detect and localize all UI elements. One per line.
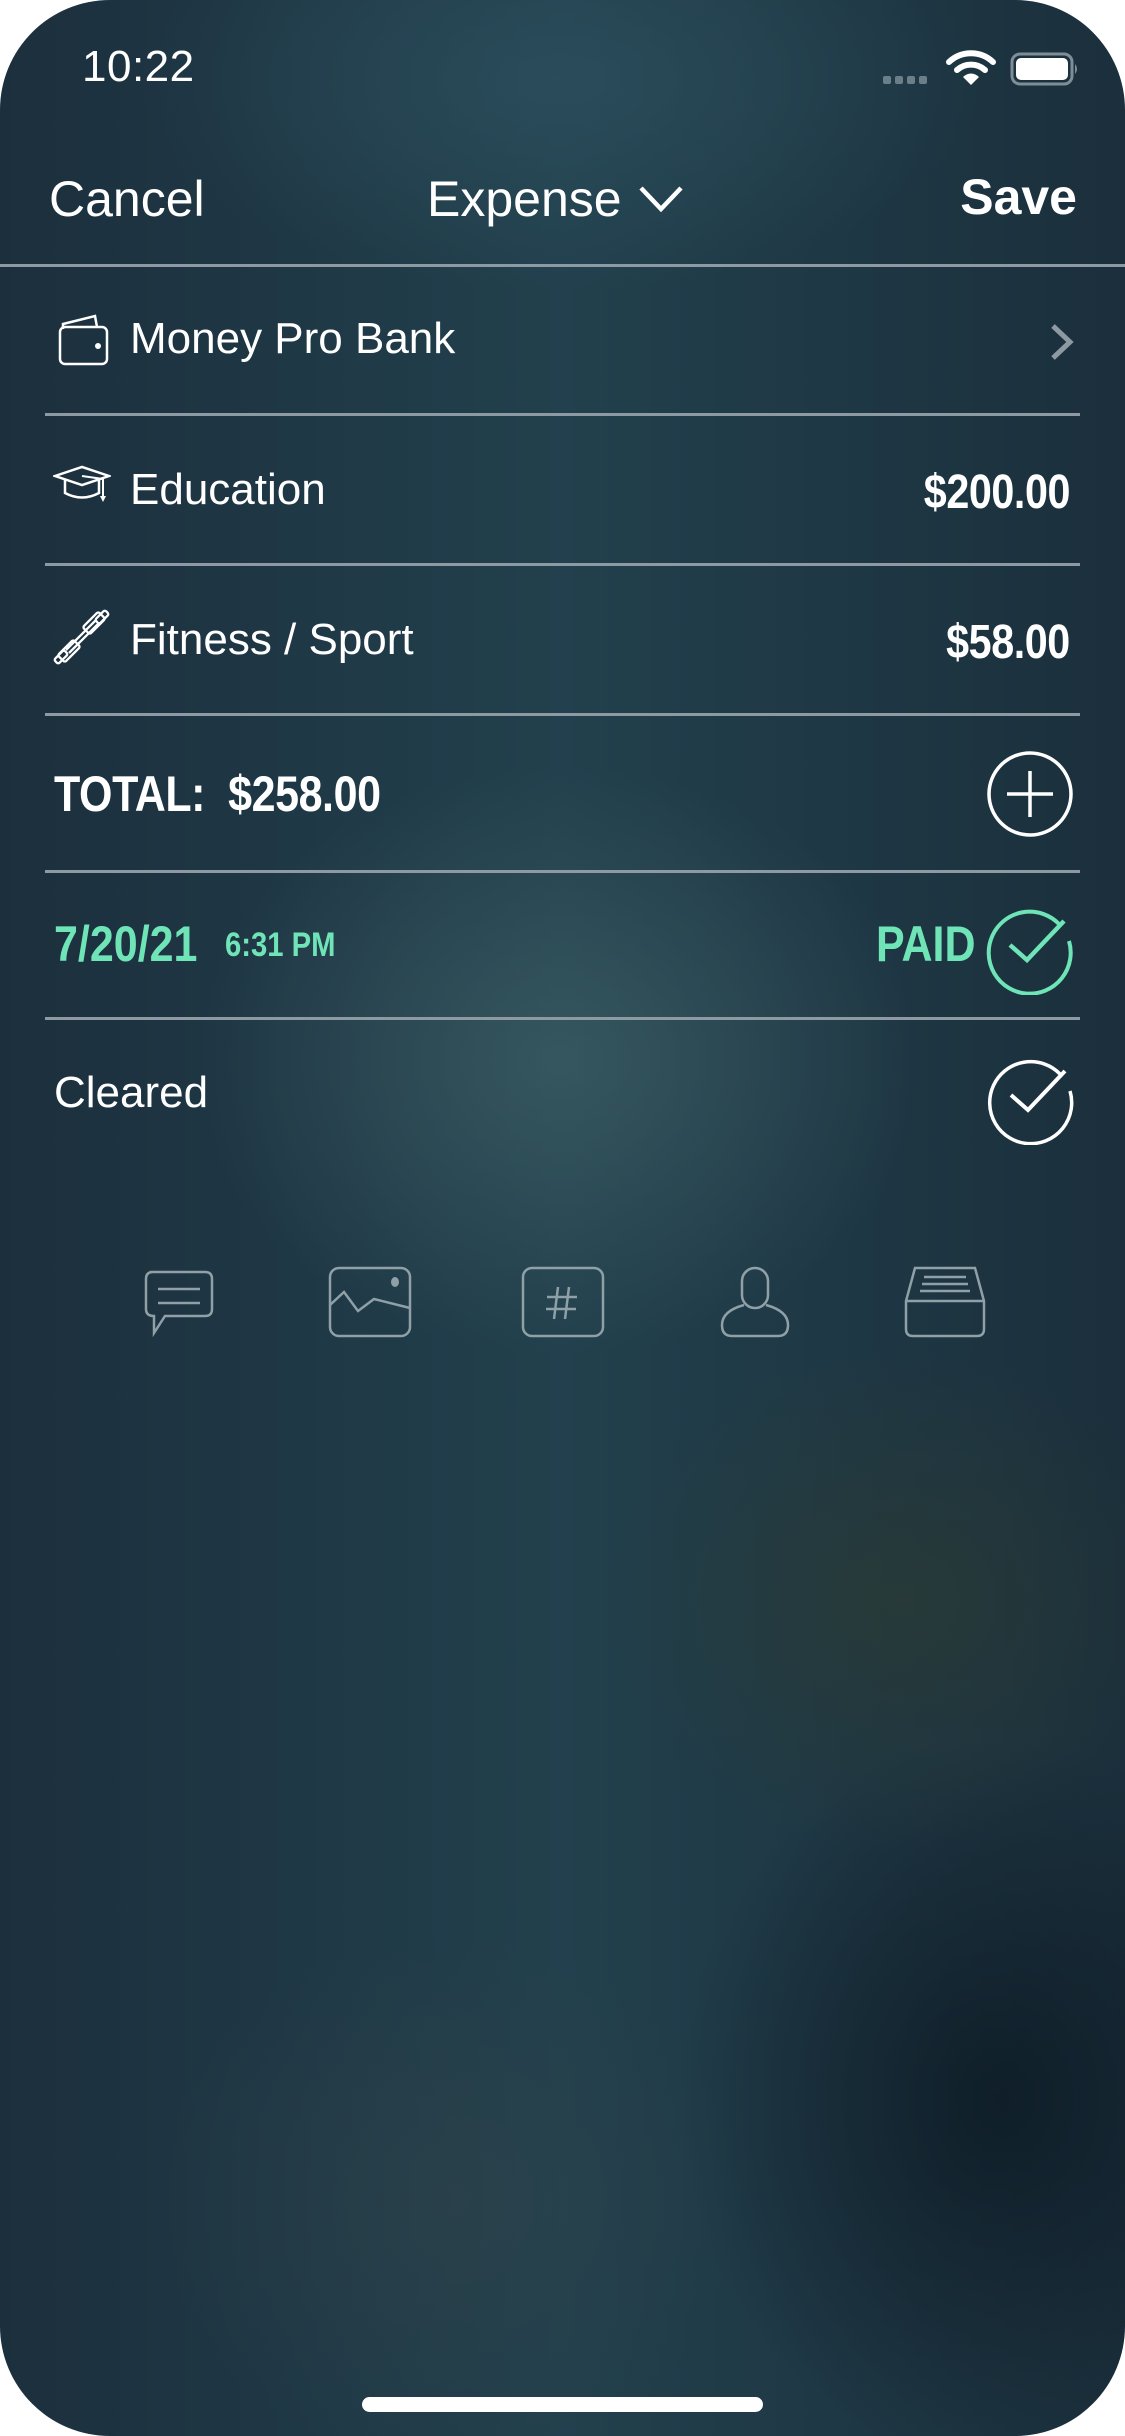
cleared-label: Cleared: [54, 1068, 209, 1117]
category-amount[interactable]: $200.00: [924, 465, 1071, 520]
home-indicator[interactable]: [362, 2397, 763, 2412]
total-summary: TOTAL: $258.00: [54, 765, 381, 823]
row-divider: [45, 713, 1080, 716]
chevron-down-icon: [638, 186, 683, 213]
row-divider: [45, 870, 1080, 873]
archive-box-icon[interactable]: [902, 1265, 988, 1345]
total-label: TOTAL:: [54, 766, 206, 822]
category-amount[interactable]: $58.00: [946, 615, 1070, 670]
transaction-type-label: Expense: [427, 171, 622, 227]
status-time: 10:22: [82, 42, 195, 91]
battery-icon: [1010, 52, 1077, 86]
cellular-signal-icon: [883, 76, 927, 84]
comment-icon[interactable]: [140, 1265, 220, 1345]
transaction-type-selector[interactable]: Expense: [427, 170, 684, 228]
category-name: Fitness / Sport: [130, 615, 414, 664]
plus-circle-icon[interactable]: [985, 749, 1075, 839]
transaction-time[interactable]: 6:31 PM: [225, 926, 336, 965]
wifi-icon: [946, 50, 996, 85]
account-name: Money Pro Bank: [130, 314, 456, 363]
hashtag-icon[interactable]: [520, 1265, 606, 1345]
category-row[interactable]: Education $200.00: [0, 416, 1125, 564]
dumbbell-icon: [53, 609, 110, 665]
expense-screen: 10:22 Cancel Expense Save Money Pro Bank: [0, 0, 1125, 2436]
graduation-cap-icon: [53, 465, 111, 502]
category-name: Education: [130, 465, 326, 514]
total-amount: $258.00: [228, 766, 381, 822]
wallet-icon: [58, 314, 109, 366]
transaction-date[interactable]: 7/20/21: [54, 915, 197, 973]
chevron-right-icon: [1051, 324, 1074, 360]
check-circle-icon[interactable]: [985, 903, 1077, 995]
paid-status-label[interactable]: PAID: [876, 915, 976, 973]
save-button[interactable]: Save: [960, 168, 1077, 226]
cleared-toggle[interactable]: [986, 1053, 1078, 1145]
account-row[interactable]: Money Pro Bank: [0, 268, 1125, 414]
category-row[interactable]: Fitness / Sport $58.00: [0, 566, 1125, 714]
nav-divider: [0, 264, 1125, 267]
image-icon[interactable]: [327, 1265, 413, 1345]
cancel-button[interactable]: Cancel: [49, 170, 205, 228]
person-icon[interactable]: [718, 1265, 792, 1345]
row-divider: [45, 1017, 1080, 1020]
